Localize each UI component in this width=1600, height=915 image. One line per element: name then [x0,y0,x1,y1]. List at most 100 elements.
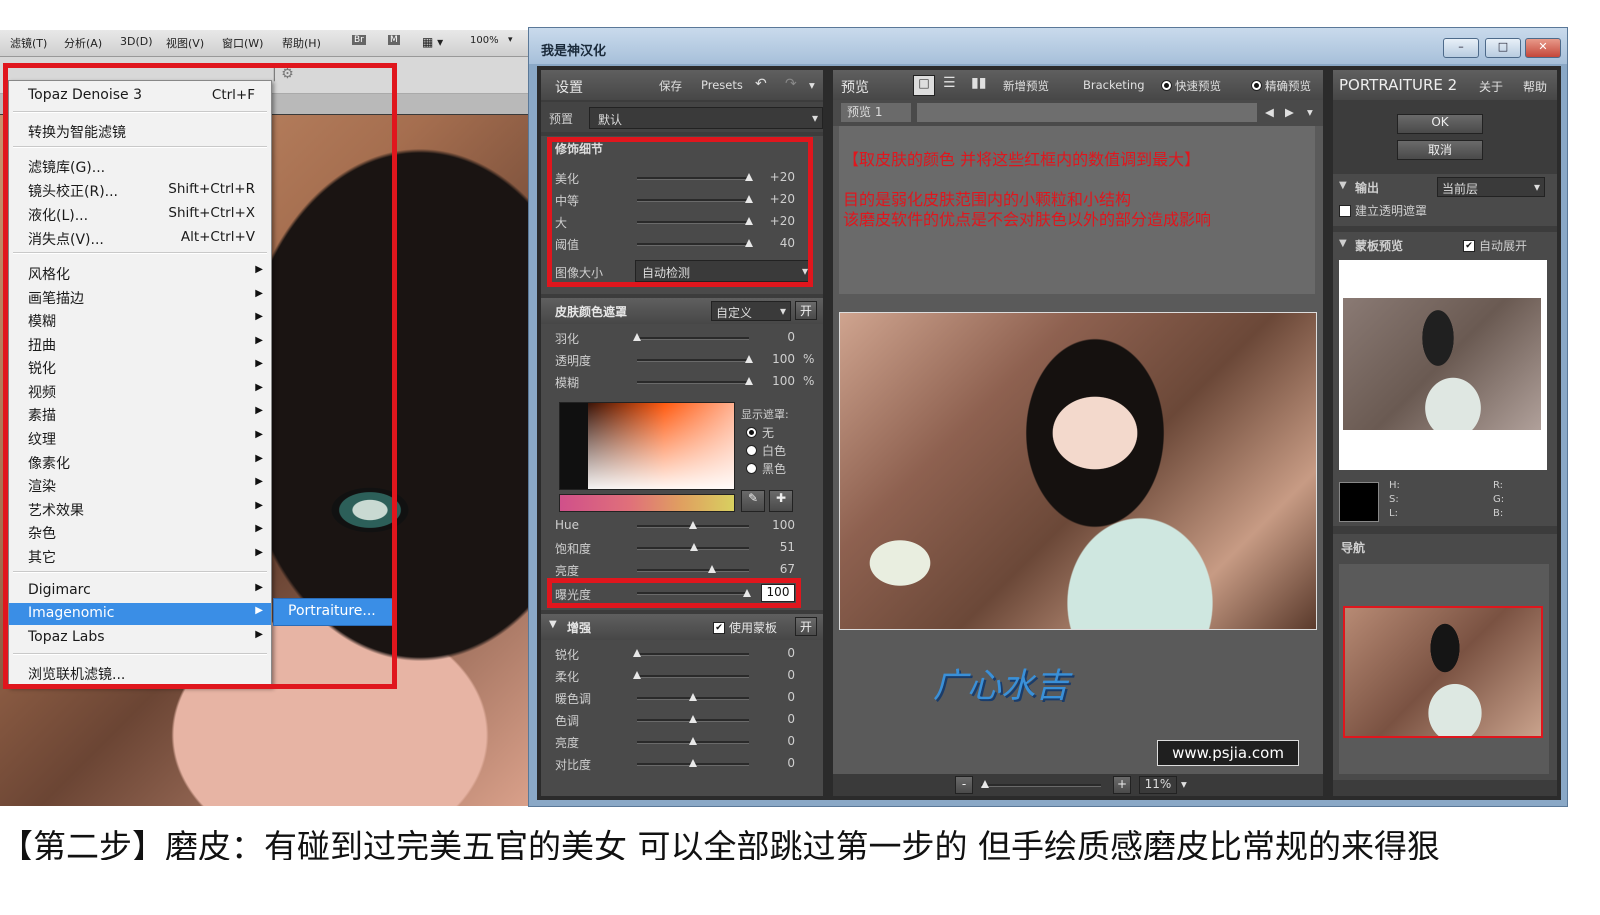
menu-3d[interactable]: 3D(D) [120,35,153,48]
auto-expand-checkbox[interactable]: ✔ [1463,240,1475,252]
slider-knob[interactable] [633,333,641,341]
output-value: 当前层 [1442,182,1479,196]
slider-knob[interactable] [689,521,697,529]
zoom-level[interactable]: 100% [470,35,499,46]
save-button[interactable]: 保存 [659,78,682,94]
undo-icon[interactable]: ↶ [755,76,767,92]
slider-knob[interactable] [689,715,697,723]
chevron-down-icon: ▾ [811,111,818,125]
collapse-icon[interactable]: ▼ [1339,238,1347,249]
minimize-button[interactable]: – [1443,38,1479,58]
highlight-box [3,63,397,689]
skin-mask-header: 皮肤颜色遮罩 自定义 ▾ 开 [541,298,823,324]
split-horizontal-icon[interactable]: ☰ [943,75,956,91]
slider-track[interactable] [637,675,749,678]
redo-icon[interactable]: ↷ [785,76,797,92]
ok-button[interactable]: OK [1397,114,1483,134]
slider-track[interactable] [637,337,749,340]
zoom-dropdown-icon[interactable]: ▾ [508,35,513,45]
collapse-icon[interactable]: ▼ [1339,180,1347,191]
plugin-body: 设置 保存 Presets ↶ ↷ ▾ 预置 默认 ▾ 修饰细节 美化 +20 中等… [537,66,1561,800]
slider-knob[interactable] [689,737,697,745]
slider-knob[interactable] [633,671,641,679]
close-button[interactable]: ✕ [1525,38,1561,58]
zoom-knob[interactable] [981,780,989,788]
skin-mode-dropdown[interactable]: 自定义 ▾ [711,301,791,321]
slider-knob[interactable] [745,377,753,385]
slider-track[interactable] [637,653,749,656]
zoom-in-button[interactable]: + [1113,776,1131,794]
mask-white-radio[interactable] [746,445,757,456]
bridge-button[interactable]: Br [352,35,366,45]
preview-tab-strip [917,103,1257,122]
mask-none-radio[interactable] [746,427,757,438]
output-label: 输出 [1355,181,1380,195]
output-section: ▼ 输出 当前层 ▾ 建立透明遮罩 [1333,174,1557,226]
use-mask-checkbox[interactable]: ✔ [713,622,725,634]
mask-black-radio[interactable] [746,463,757,474]
arrange-icon[interactable]: ▦ ▾ [422,35,443,49]
preset-dropdown[interactable]: 默认 ▾ [589,107,823,129]
presets-button[interactable]: Presets [701,78,743,92]
cancel-button[interactable]: 取消 [1397,140,1483,160]
slider-track[interactable] [637,359,749,362]
slider-track[interactable] [637,569,749,572]
menu-analysis[interactable]: 分析(A) [64,35,102,51]
slider-value: 67 [779,562,795,576]
zoom-dropdown-icon[interactable]: ▾ [1181,777,1187,791]
slider-track[interactable] [637,381,749,384]
hue-range-bar[interactable] [559,494,735,512]
slider-unit: % [803,374,815,388]
watermark-url: www.psjia.com [1157,740,1299,766]
slider-label: 透明度 [555,354,592,368]
navigator-thumbnail[interactable] [1343,606,1543,738]
slider-knob[interactable] [745,355,753,363]
menu-window[interactable]: 窗口(W) [222,35,263,51]
skin-color-picker[interactable] [559,402,735,490]
slider-label: Hue [555,518,580,532]
skin-mask-toggle[interactable]: 开 [795,301,817,320]
preview-tab-1[interactable]: 预览 1 [841,103,911,122]
zoom-value[interactable]: 11% [1139,776,1177,794]
eyedropper-icon[interactable]: ✎ [741,490,765,512]
preview-image[interactable] [839,312,1317,630]
slider-value: 51 [779,540,795,554]
preview-header: 预览 □ ☰ ▮▮ 新增预览 Bracketing 快速预览 精确预览 [833,70,1323,100]
slider-value: 0 [787,756,795,770]
accurate-preview-radio[interactable] [1251,80,1262,91]
mask-black-label: 黑色 [762,462,787,476]
slider-knob[interactable] [689,759,697,767]
minibridge-button[interactable]: M [388,35,400,45]
bracketing-button[interactable]: Bracketing [1083,78,1145,92]
help-button[interactable]: 帮助 [1523,78,1547,95]
eyedropper-plus-icon[interactable]: ✚ [769,490,793,512]
tab-prev-icon[interactable]: ◀ [1265,105,1274,119]
zoom-slider[interactable] [981,784,1101,787]
split-vertical-icon[interactable]: ▮▮ [971,75,986,91]
enhance-toggle[interactable]: 开 [795,617,817,636]
about-button[interactable]: 关于 [1479,78,1503,95]
tab-menu-icon[interactable]: ▾ [1307,105,1313,119]
menu-view[interactable]: 视图(V) [166,35,204,51]
mask-thumbnail [1343,298,1541,430]
new-preview-button[interactable]: 新增预览 [1003,78,1049,94]
slider-knob[interactable] [689,693,697,701]
slider-knob[interactable] [708,565,717,573]
tab-next-icon[interactable]: ▶ [1285,105,1294,119]
slider-unit: % [803,352,815,366]
maximize-button[interactable]: □ [1485,38,1521,58]
brand-header: PORTRAITURE 2 关于 帮助 [1333,70,1557,100]
collapse-icon[interactable]: ▼ [549,619,557,630]
menu-filter[interactable]: 滤镜(T) [10,35,47,51]
slider-knob[interactable] [633,649,641,657]
output-dropdown[interactable]: 当前层 ▾ [1437,177,1545,197]
transparency-checkbox[interactable] [1339,205,1351,217]
annotation-area: 【取皮肤的颜色 并将这些红框内的数值调到最大】 目的是弱化皮肤范围内的小颗粒和小… [839,126,1315,294]
single-view-icon[interactable]: □ [913,75,935,96]
menu-help[interactable]: 帮助(H) [282,35,321,51]
fast-preview-radio[interactable] [1161,80,1172,91]
preset-value: 默认 [598,113,623,127]
zoom-out-button[interactable]: - [955,776,973,794]
settings-menu-icon[interactable]: ▾ [809,78,815,92]
slider-knob[interactable] [690,543,699,551]
